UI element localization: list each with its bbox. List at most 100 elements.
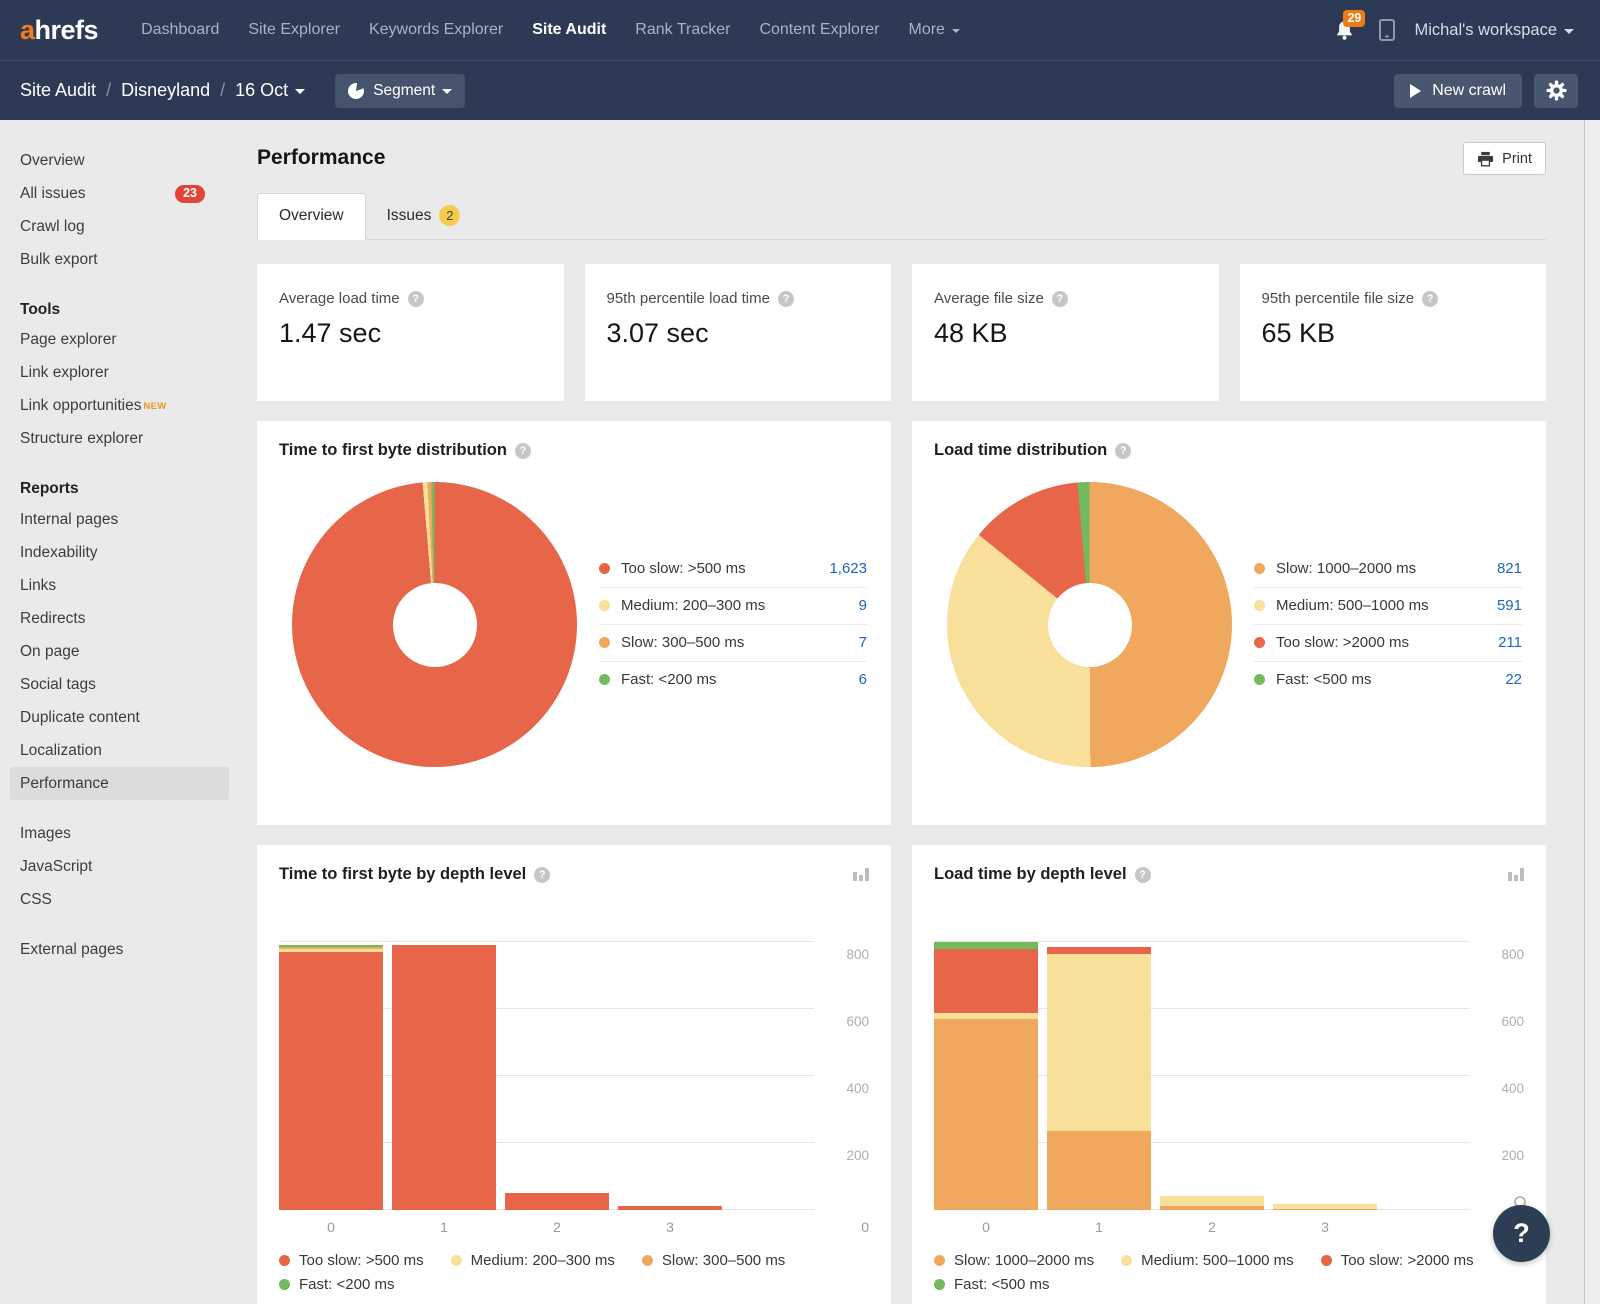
y-axis-tick-label: 200 — [1501, 1148, 1524, 1163]
nav-item-site-explorer[interactable]: Site Explorer — [248, 21, 340, 39]
stat-label-text: Average load time — [279, 290, 400, 307]
nav-item-dashboard[interactable]: Dashboard — [141, 21, 219, 39]
sidebar-item-link-opportunities[interactable]: Link opportunitiesNEW — [0, 390, 235, 423]
help-icon[interactable]: ? — [534, 867, 550, 883]
legend-value-link[interactable]: 1,623 — [829, 560, 867, 577]
segment-button[interactable]: Segment — [335, 74, 465, 108]
printer-icon — [1477, 151, 1494, 167]
help-icon[interactable]: ? — [778, 291, 794, 307]
help-icon[interactable]: ? — [1115, 443, 1131, 459]
sidebar-item-all-issues[interactable]: All issues23 — [0, 177, 235, 210]
sidebar-item-javascript[interactable]: JavaScript — [0, 850, 235, 883]
help-icon[interactable]: ? — [408, 291, 424, 307]
sidebar-item-crawl-log[interactable]: Crawl log — [0, 210, 235, 243]
vertical-scrollbar[interactable] — [1584, 120, 1600, 1304]
legend-value-link[interactable]: 821 — [1497, 560, 1522, 577]
legend-row: Too slow: >500 ms1,623 — [599, 551, 867, 587]
stat-cards-row: Average load time?1.47 sec95th percentil… — [257, 264, 1546, 401]
help-floating-button[interactable]: ? — [1493, 1205, 1550, 1262]
stacked-bar-depth-2 — [1160, 1196, 1264, 1210]
sidebar-item-overview[interactable]: Overview — [0, 144, 235, 177]
chart-title: Load time by depth level — [934, 865, 1127, 884]
sidebar-item-structure-explorer[interactable]: Structure explorer — [0, 423, 235, 456]
legend-row: Slow: 300–500 ms7 — [599, 624, 867, 661]
subnav-actions: New crawl — [1394, 74, 1578, 108]
print-button[interactable]: Print — [1463, 142, 1546, 175]
legend-row: Too slow: >2000 ms211 — [1254, 624, 1522, 661]
crawl-date-dropdown[interactable]: 16 Oct — [235, 80, 305, 101]
help-icon[interactable]: ? — [1422, 291, 1438, 307]
notifications-button[interactable]: 29 — [1333, 18, 1356, 43]
sidebar-item-css[interactable]: CSS — [0, 883, 235, 916]
sidebar-item-label: Localization — [20, 742, 102, 760]
legend-value-link[interactable]: 6 — [859, 671, 867, 688]
sidebar-item-internal-pages[interactable]: Internal pages — [0, 503, 235, 536]
stat-card-average-file-size: Average file size?48 KB — [912, 264, 1219, 401]
print-label: Print — [1502, 151, 1532, 167]
legend-label: Too slow: >500 ms — [299, 1252, 424, 1269]
donut-chart-ttfb-distribution — [292, 482, 577, 767]
sidebar-item-page-explorer[interactable]: Page explorer — [0, 324, 235, 357]
sidebar-item-links[interactable]: Links — [0, 569, 235, 602]
primary-nav: Dashboard Site Explorer Keywords Explorer S… — [112, 21, 960, 39]
legend-value-link[interactable]: 211 — [1498, 634, 1522, 651]
sidebar-item-localization[interactable]: Localization — [0, 734, 235, 767]
donut-wrap: Slow: 1000–2000 ms821Medium: 500–1000 ms… — [934, 482, 1524, 767]
sidebar-item-redirects[interactable]: Redirects — [0, 602, 235, 635]
legend-value-link[interactable]: 7 — [859, 634, 867, 651]
sidebar-item-images[interactable]: Images — [0, 817, 235, 850]
legend-value-link[interactable]: 22 — [1505, 671, 1522, 688]
chevron-down-icon — [295, 89, 305, 94]
tab-issues[interactable]: Issues 2 — [366, 193, 482, 239]
stat-value: 3.07 sec — [607, 318, 870, 349]
stat-value: 1.47 sec — [279, 318, 542, 349]
help-icon[interactable]: ? — [515, 443, 531, 459]
help-icon[interactable]: ? — [1052, 291, 1068, 307]
ahrefs-logo[interactable]: ahrefs — [20, 15, 98, 46]
nav-item-site-audit[interactable]: Site Audit — [532, 21, 606, 39]
chart-type-icon[interactable] — [853, 868, 869, 881]
legend-item: Medium: 200–300 ms — [451, 1252, 615, 1269]
legend-dot — [279, 1255, 290, 1266]
sidebar-item-bulk-export[interactable]: Bulk export — [0, 243, 235, 276]
legend-item: Slow: 300–500 ms — [642, 1252, 785, 1269]
sidebar-item-on-page[interactable]: On page — [0, 635, 235, 668]
legend-value-link[interactable]: 9 — [859, 597, 867, 614]
bar-segment — [1047, 954, 1151, 1132]
sidebar-group: OverviewAll issues23Crawl log Bulk export — [0, 144, 235, 276]
x-axis-tick-label: 3 — [666, 1219, 674, 1235]
bar-segment — [1047, 1131, 1151, 1210]
sidebar-item-duplicate-content[interactable]: Duplicate content — [0, 701, 235, 734]
chart-type-icon[interactable] — [1508, 868, 1524, 881]
help-icon[interactable]: ? — [1135, 867, 1151, 883]
breadcrumb-separator: / — [220, 80, 225, 101]
nav-item-more[interactable]: More — [909, 21, 960, 39]
settings-button[interactable] — [1534, 74, 1578, 108]
sidebar-group: ToolsPage explorerLink explorerLink oppo… — [0, 293, 235, 456]
nav-item-rank-tracker[interactable]: Rank Tracker — [635, 21, 730, 39]
sidebar-item-label: JavaScript — [20, 858, 92, 876]
bar-segment — [1047, 947, 1151, 954]
nav-item-keywords-explorer[interactable]: Keywords Explorer — [369, 21, 503, 39]
sidebar-item-external-pages[interactable]: External pages — [0, 933, 235, 966]
workspace-menu[interactable]: Michal's workspace — [1414, 21, 1574, 40]
sidebar-item-indexability[interactable]: Indexability — [0, 536, 235, 569]
sidebar-item-label: Bulk export — [20, 251, 98, 269]
breadcrumb-project[interactable]: Disneyland — [121, 80, 210, 101]
sidebar-item-link-explorer[interactable]: Link explorer — [0, 357, 235, 390]
legend-label: Slow: 300–500 ms — [662, 1252, 785, 1269]
sidebar-item-social-tags[interactable]: Social tags — [0, 668, 235, 701]
nav-item-content-explorer[interactable]: Content Explorer — [759, 21, 879, 39]
new-crawl-label: New crawl — [1432, 82, 1506, 100]
legend-item: Too slow: >500 ms — [279, 1252, 424, 1269]
sidebar-item-performance[interactable]: Performance — [10, 767, 229, 800]
bar-segment — [279, 952, 383, 1210]
legend-dot — [934, 1279, 945, 1290]
breadcrumb-site-audit[interactable]: Site Audit — [20, 80, 96, 101]
tab-overview[interactable]: Overview — [257, 193, 366, 240]
y-axis-tick-label: 600 — [1501, 1014, 1524, 1029]
legend-value-link[interactable]: 591 — [1497, 597, 1522, 614]
x-axis-tick-label: 1 — [440, 1219, 448, 1235]
new-crawl-button[interactable]: New crawl — [1394, 74, 1522, 108]
device-icon[interactable] — [1376, 17, 1398, 43]
